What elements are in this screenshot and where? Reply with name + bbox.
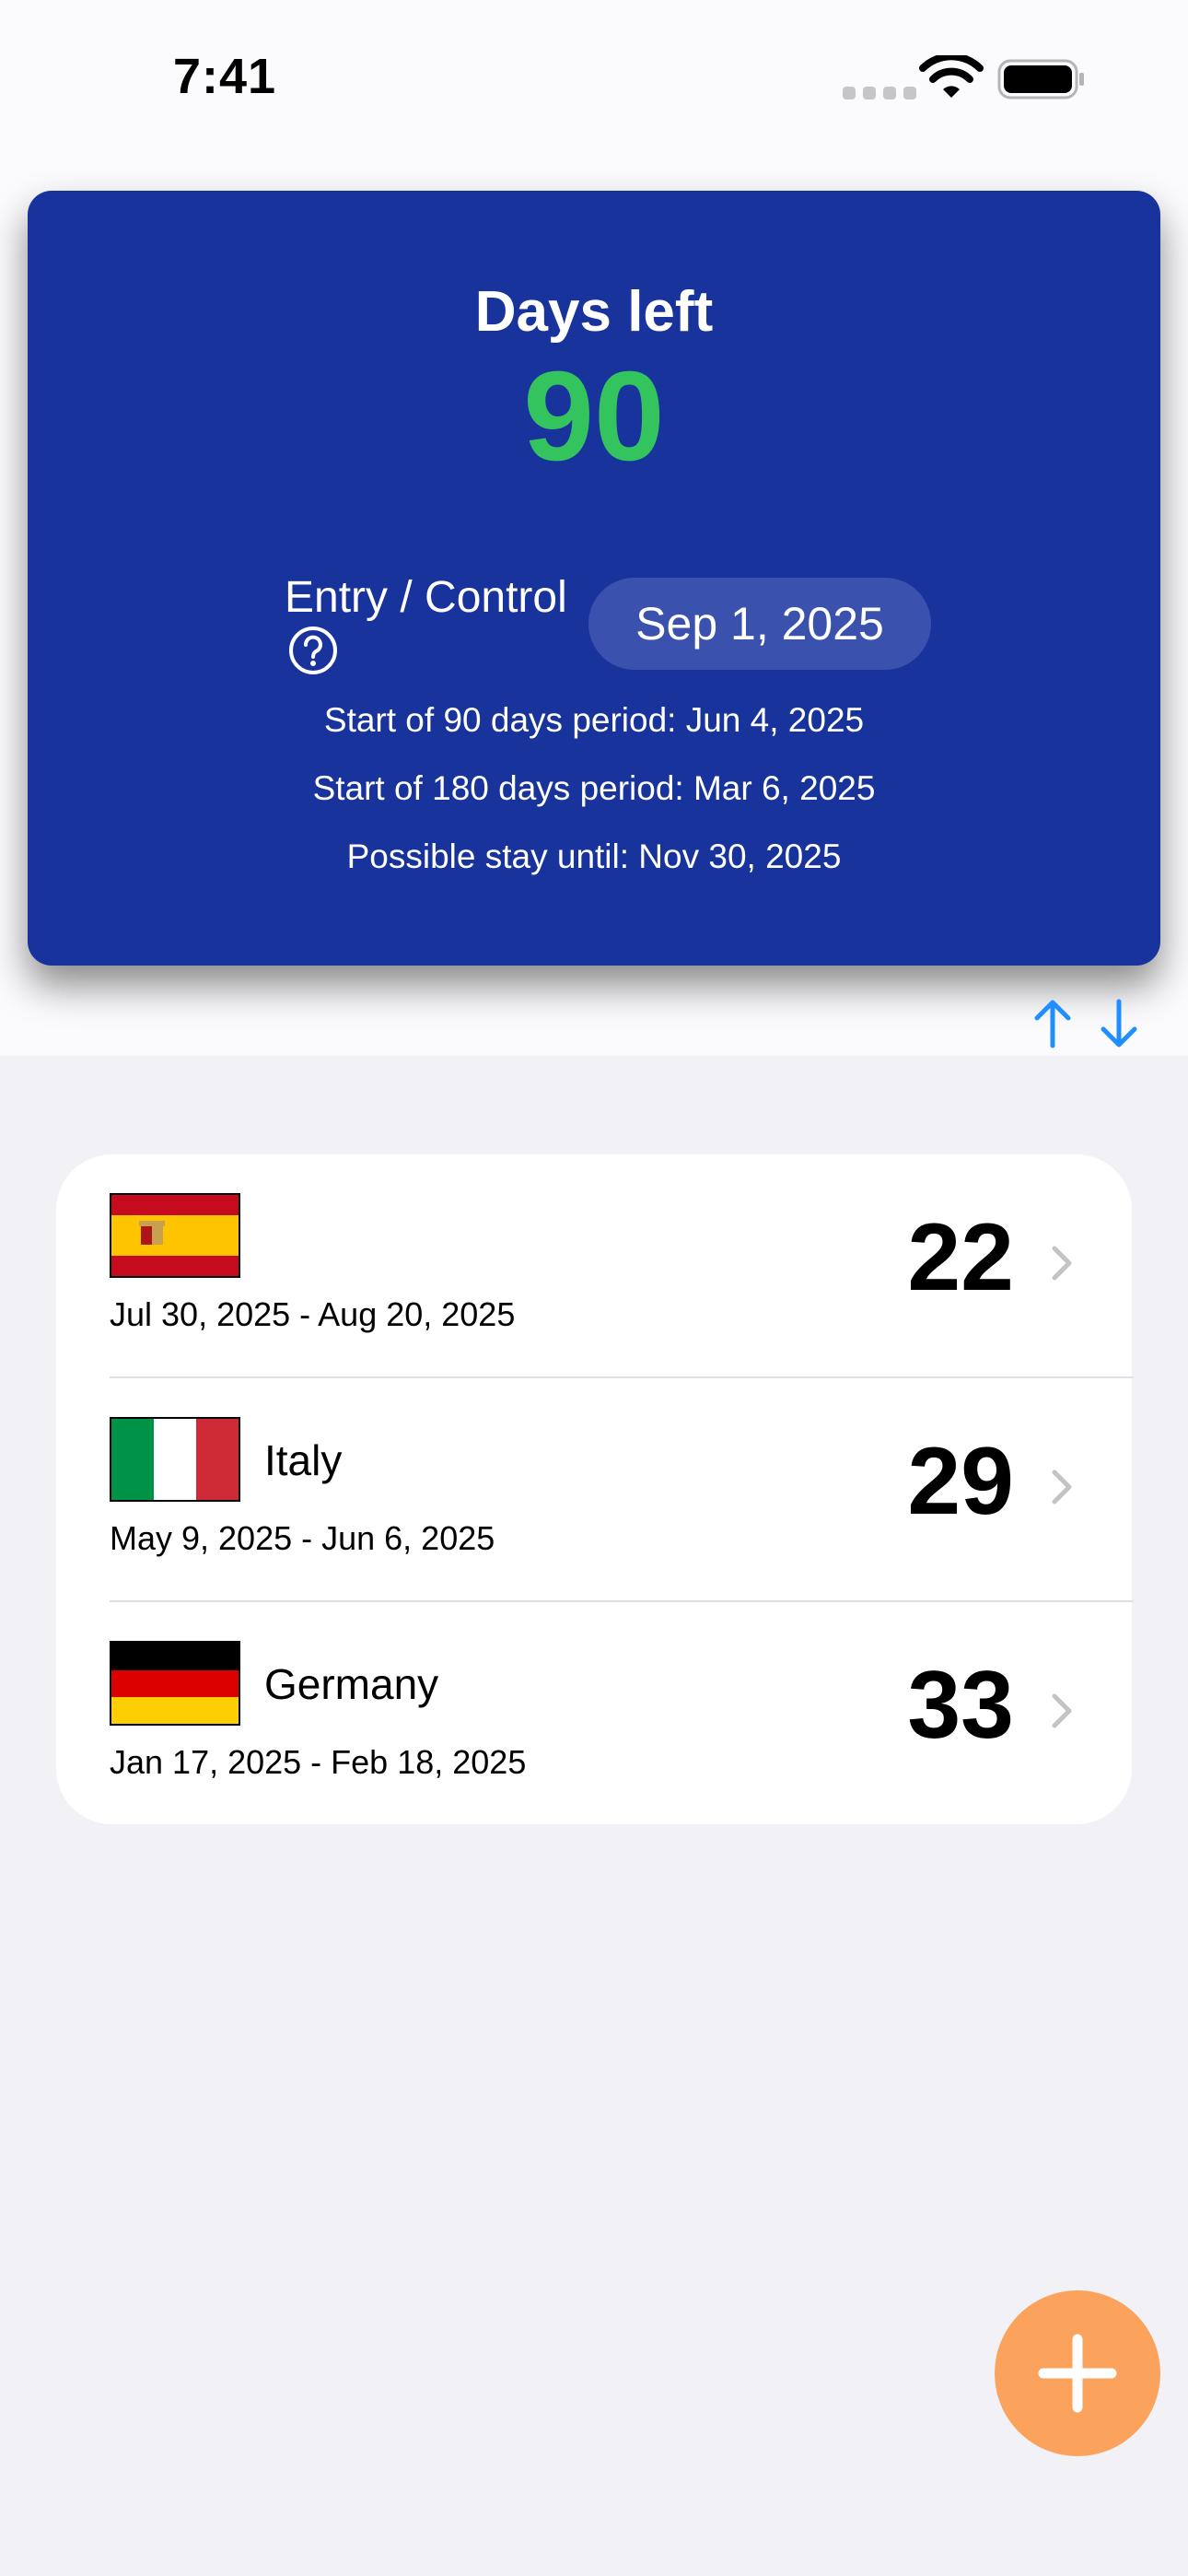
days-left-label: Days left: [474, 280, 714, 344]
status-bar: 7:41: [0, 0, 1188, 157]
wifi-icon: [919, 55, 984, 98]
trip-row[interactable]: Italy May 9, 2025 - Jun 6, 2025 29: [56, 1378, 1132, 1601]
arrow-down-icon[interactable]: [1096, 998, 1142, 1049]
arrow-up-icon[interactable]: [1030, 998, 1076, 1049]
country-name: Germany: [264, 1660, 439, 1708]
help-icon[interactable]: [288, 626, 338, 675]
chevron-right-icon: [1052, 1469, 1072, 1505]
chevron-right-icon: [1052, 1693, 1072, 1728]
trip-days-count: 22: [907, 1204, 1014, 1311]
possible-stay-until: Possible stay until: Nov 30, 2025: [346, 837, 842, 875]
entry-control-label: Entry / Control: [285, 573, 567, 622]
trips-list: Jul 30, 2025 - Aug 20, 2025 22 Italy May…: [56, 1154, 1134, 1825]
cellular-signal-icon: [843, 87, 916, 100]
status-time: 7:41: [173, 49, 277, 104]
trip-dates: May 9, 2025 - Jun 6, 2025: [110, 1519, 495, 1557]
trip-days-count: 33: [907, 1652, 1014, 1759]
italy-flag: [110, 1417, 240, 1502]
country-name: Italy: [264, 1436, 343, 1484]
period-90-start: Start of 90 days period: Jun 4, 2025: [323, 701, 865, 739]
spain-flag: [110, 1193, 240, 1278]
trip-row[interactable]: Jul 30, 2025 - Aug 20, 2025 22: [56, 1154, 1132, 1377]
trip-dates: Jan 17, 2025 - Feb 18, 2025: [110, 1743, 527, 1781]
trip-dates: Jul 30, 2025 - Aug 20, 2025: [110, 1295, 516, 1333]
germany-flag: [110, 1641, 240, 1726]
plus-icon: [1038, 2334, 1117, 2413]
days-left-card: Days left 90 Entry / Control Sep 1, 2025…: [28, 191, 1160, 966]
entry-date-picker[interactable]: Sep 1, 2025: [588, 578, 931, 670]
period-180-start: Start of 180 days period: Mar 6, 2025: [312, 769, 876, 807]
add-trip-button[interactable]: [995, 2290, 1160, 2456]
days-left-value: 90: [523, 345, 665, 487]
chevron-right-icon: [1052, 1246, 1072, 1281]
trip-row[interactable]: Germany Jan 17, 2025 - Feb 18, 2025 33: [56, 1602, 1132, 1825]
battery-icon: [997, 59, 1084, 100]
trip-days-count: 29: [907, 1428, 1014, 1535]
